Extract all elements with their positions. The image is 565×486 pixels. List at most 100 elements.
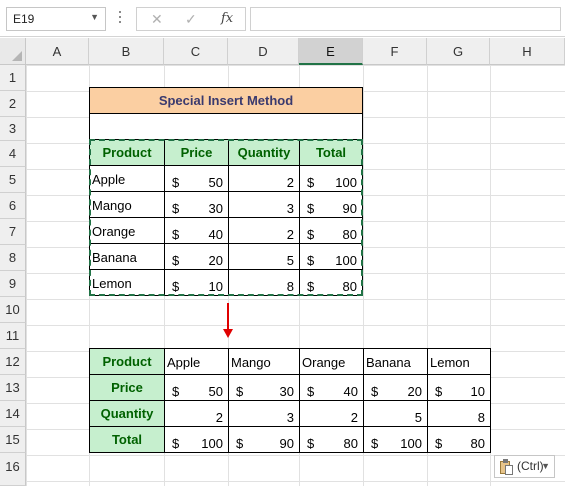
transposed-quantity-cell[interactable]: 2 [164,400,229,427]
transposed-quantity-cell[interactable]: 5 [363,400,428,427]
column-header-f[interactable]: F [363,38,427,65]
header-product[interactable]: Product [89,139,165,166]
transposed-quantity-cell[interactable]: 2 [299,400,364,427]
name-box-value: E19 [13,12,35,26]
transposed-total-cell[interactable]: $90 [228,426,300,453]
price-value: 40 [208,227,223,242]
transposed-price-cell[interactable]: $30 [228,374,300,401]
column-header-h[interactable]: H [490,38,565,65]
transposed-label-total[interactable]: Total [89,426,165,453]
product-cell[interactable]: Banana [89,243,165,270]
chevron-down-icon[interactable]: ▼ [90,12,99,22]
transposed-total-cell[interactable]: $100 [164,426,229,453]
drag-handle-icon[interactable] [118,11,122,27]
currency-symbol: $ [371,436,379,451]
row-header-12[interactable]: 12 [0,349,26,375]
row-header-15[interactable]: 15 [0,427,26,453]
row-header-3[interactable]: 3 [0,117,26,141]
transposed-product-cell[interactable]: Lemon [427,348,491,375]
enter-icon[interactable]: ✓ [185,11,197,28]
row-header-11[interactable]: 11 [0,323,26,349]
transposed-product-cell[interactable]: Apple [164,348,229,375]
transposed-product-cell[interactable]: Orange [299,348,364,375]
quantity-value: 2 [286,227,294,242]
blank-merged-cell[interactable] [89,113,363,140]
price-value: 30 [279,384,294,399]
transposed-price-cell[interactable]: $20 [363,374,428,401]
product-cell[interactable]: Orange [89,217,165,244]
price-value: 50 [208,384,223,399]
row-header-6[interactable]: 6 [0,193,26,219]
transposed-total-cell[interactable]: $100 [363,426,428,453]
row-header-14[interactable]: 14 [0,401,26,427]
column-header-g[interactable]: G [427,38,490,65]
total-value: 80 [470,436,485,451]
product-cell[interactable]: Lemon [89,269,165,296]
price-cell[interactable]: $10 [164,269,229,296]
transposed-price-cell[interactable]: $10 [427,374,491,401]
name-box[interactable]: E19 ▼ [6,7,106,31]
chevron-down-icon: ▼ [541,461,550,471]
select-all-button[interactable] [0,38,26,65]
quantity-cell[interactable]: 2 [228,165,300,192]
formula-input[interactable] [250,7,561,31]
row-header-1[interactable]: 1 [0,65,26,91]
transposed-total-cell[interactable]: $80 [299,426,364,453]
quantity-cell[interactable]: 5 [228,243,300,270]
currency-symbol: $ [307,175,315,190]
quantity-cell[interactable]: 2 [228,217,300,244]
total-cell[interactable]: $80 [299,217,363,244]
header-price[interactable]: Price [164,139,229,166]
column-header-a[interactable]: A [26,38,89,65]
total-cell[interactable]: $80 [299,269,363,296]
transposed-price-cell[interactable]: $40 [299,374,364,401]
total-value: 90 [342,201,357,216]
currency-symbol: $ [172,227,180,242]
transposed-quantity-cell[interactable]: 8 [427,400,491,427]
row-header-10[interactable]: 10 [0,297,26,323]
row-header-7[interactable]: 7 [0,219,26,245]
header-quantity[interactable]: Quantity [228,139,300,166]
row-header-13[interactable]: 13 [0,375,26,401]
price-cell[interactable]: $30 [164,191,229,218]
currency-symbol: $ [307,201,315,216]
transposed-quantity-cell[interactable]: 3 [228,400,300,427]
price-cell[interactable]: $50 [164,165,229,192]
transposed-price-cell[interactable]: $50 [164,374,229,401]
currency-symbol: $ [307,279,315,294]
price-cell[interactable]: $20 [164,243,229,270]
table-title-cell[interactable]: Special Insert Method [89,87,363,114]
total-value: 80 [343,436,358,451]
transposed-label-product[interactable]: Product [89,348,165,375]
row-header-2[interactable]: 2 [0,91,26,117]
total-value: 90 [279,436,294,451]
quantity-cell[interactable]: 8 [228,269,300,296]
quantity-cell[interactable]: 3 [228,191,300,218]
row-header-5[interactable]: 5 [0,167,26,193]
column-header-b[interactable]: B [89,38,164,65]
column-header-d[interactable]: D [228,38,299,65]
total-cell[interactable]: $100 [299,165,363,192]
paste-options-button[interactable]: (Ctrl) ▼ [494,455,555,478]
product-cell[interactable]: Apple [89,165,165,192]
transposed-label-quantity[interactable]: Quantity [89,400,165,427]
column-header-e[interactable]: E [299,38,363,65]
row-header-16[interactable]: 16 [0,453,26,486]
insert-function-icon[interactable]: fx [221,11,233,26]
column-header-c[interactable]: C [164,38,228,65]
row-header-9[interactable]: 9 [0,271,26,297]
header-total[interactable]: Total [299,139,363,166]
row-header-4[interactable]: 4 [0,141,26,167]
cancel-icon[interactable]: ✕ [151,11,163,28]
row-header-8[interactable]: 8 [0,245,26,271]
transposed-product-cell[interactable]: Banana [363,348,428,375]
total-cell[interactable]: $90 [299,191,363,218]
currency-symbol: $ [435,436,443,451]
transposed-total-cell[interactable]: $80 [427,426,491,453]
total-cell[interactable]: $100 [299,243,363,270]
total-value: 100 [335,253,357,268]
price-cell[interactable]: $40 [164,217,229,244]
product-cell[interactable]: Mango [89,191,165,218]
transposed-label-price[interactable]: Price [89,374,165,401]
transposed-product-cell[interactable]: Mango [228,348,300,375]
